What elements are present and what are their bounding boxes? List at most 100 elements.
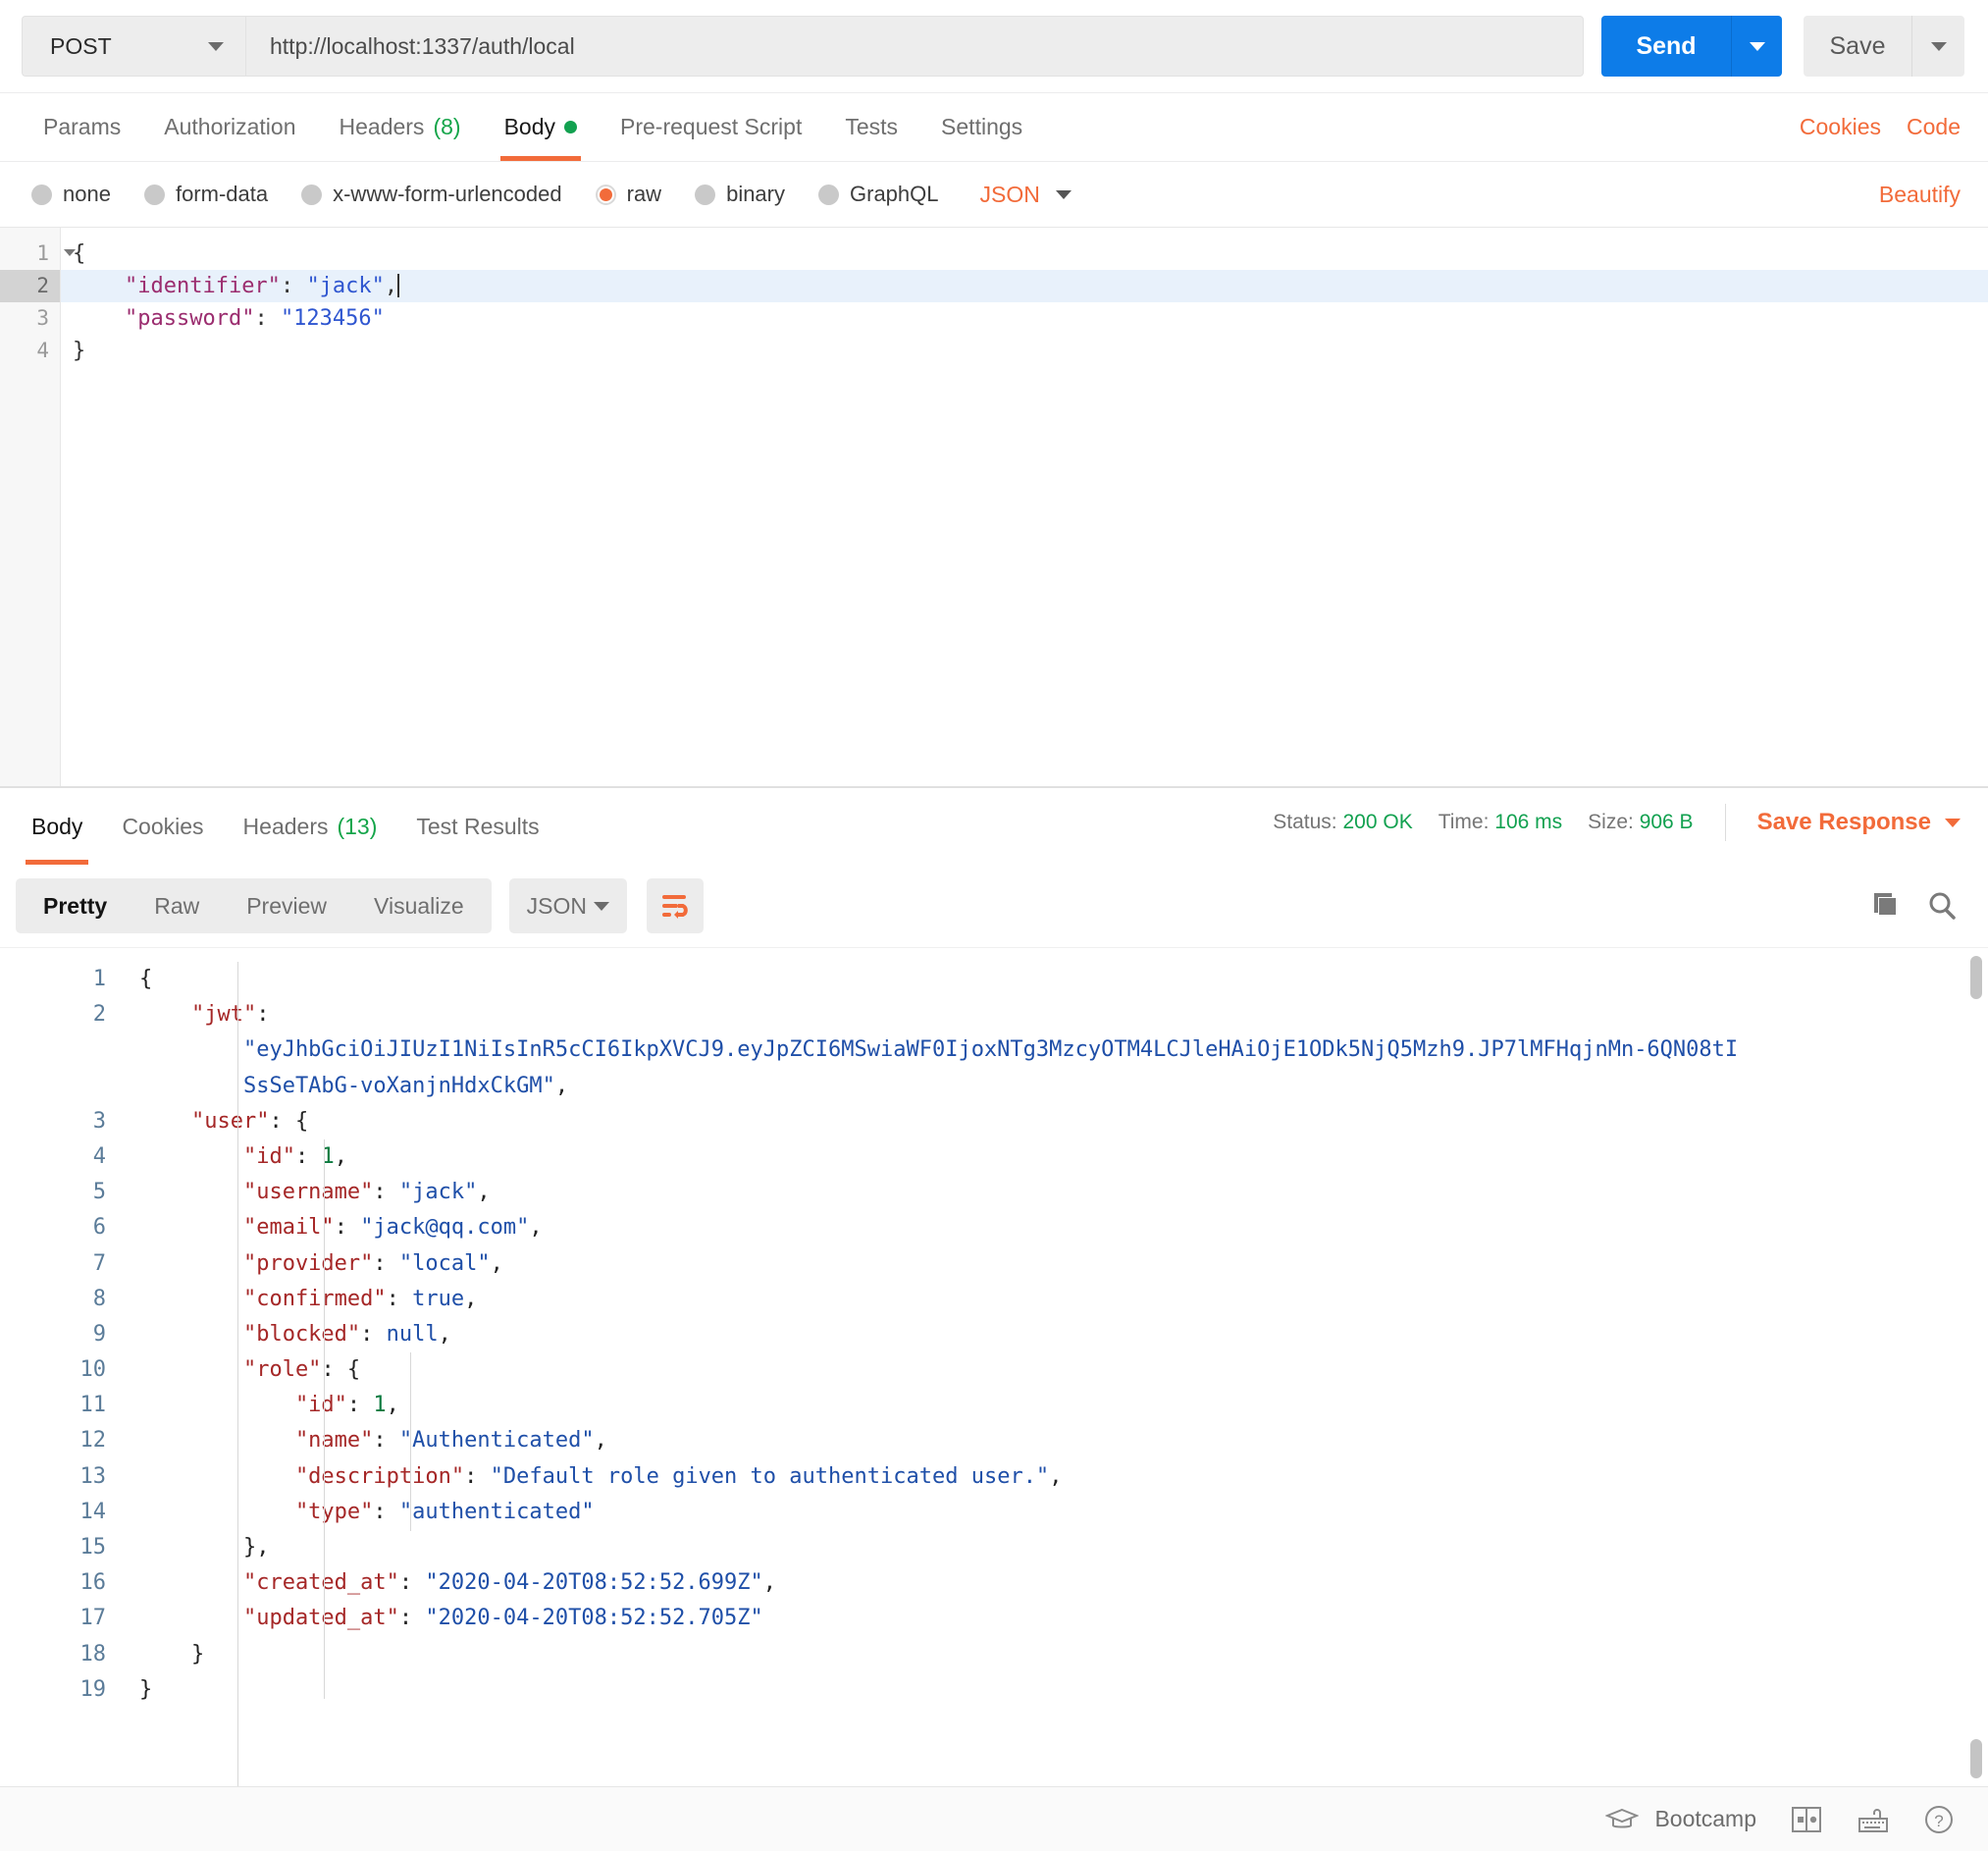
code-line[interactable]: }, <box>130 1530 1988 1565</box>
response-body-viewer[interactable]: 1 2 3 4 5 6 7 8 9 10 11 12 13 14 15 16 17 18 19 { "jwt": "… <box>0 947 1988 1786</box>
tab-body[interactable]: Body <box>483 93 599 161</box>
line-number: 12 <box>79 1428 107 1454</box>
tab-settings[interactable]: Settings <box>919 93 1044 161</box>
body-type-binary[interactable]: binary <box>695 182 785 207</box>
request-editor-code[interactable]: { "identifier": "jack", "password": "123… <box>61 228 1988 786</box>
body-type-label: none <box>63 182 111 206</box>
cookies-link[interactable]: Cookies <box>1800 114 1881 140</box>
code-line[interactable]: { <box>61 238 1988 270</box>
code-line[interactable]: "id": 1, <box>130 1388 1988 1423</box>
response-tab-cookies[interactable]: Cookies <box>102 788 223 865</box>
code-line[interactable]: "role": { <box>130 1352 1988 1388</box>
divider <box>1724 804 1726 841</box>
response-format-select[interactable]: JSON <box>508 878 627 933</box>
body-type-raw[interactable]: raw <box>595 182 662 207</box>
code-line[interactable]: } <box>130 1672 1988 1708</box>
code-line[interactable]: "password": "123456" <box>61 302 1988 335</box>
send-options-button[interactable] <box>1731 16 1782 77</box>
code-token: : <box>373 1250 399 1276</box>
code-line[interactable]: "id": 1, <box>130 1139 1988 1175</box>
line-number: 11 <box>79 1393 107 1418</box>
code-token: "jwt" <box>139 1002 257 1028</box>
body-type-label: form-data <box>175 182 269 206</box>
code-line[interactable]: "name": "Authenticated", <box>130 1423 1988 1458</box>
code-line[interactable]: { <box>130 962 1988 997</box>
code-line[interactable]: "created_at": "2020-04-20T08:52:52.699Z"… <box>130 1565 1988 1601</box>
code-line[interactable]: "confirmed": true, <box>130 1282 1988 1317</box>
response-scrollbar-thumb-bottom[interactable] <box>1970 1739 1982 1778</box>
code-token: true <box>412 1286 465 1311</box>
bootcamp-button[interactable]: Bootcamp <box>1605 1806 1756 1832</box>
code-token: , <box>477 1180 491 1205</box>
save-button[interactable]: Save <box>1804 16 1911 77</box>
code-line[interactable]: "updated_at": "2020-04-20T08:52:52.705Z" <box>130 1601 1988 1636</box>
code-line[interactable]: SsSeTAbG-voXanjnHdxCkGM", <box>130 1069 1988 1104</box>
code-line[interactable]: "jwt": <box>130 997 1988 1032</box>
chevron-down-icon <box>1749 41 1765 51</box>
code-token: : <box>294 1143 322 1169</box>
word-wrap-toggle-button[interactable] <box>646 878 704 933</box>
tab-label: Settings <box>941 114 1023 139</box>
code-line[interactable]: } <box>130 1637 1988 1672</box>
tab-params[interactable]: Params <box>22 93 142 161</box>
code-line[interactable]: "email": "jack@qq.com", <box>130 1210 1988 1245</box>
body-format-select[interactable]: JSON <box>980 182 1072 208</box>
code-token: "identifier" <box>124 274 281 298</box>
code-line[interactable]: "eyJhbGciOiJIUzI1NiIsInR5cCI6IkpXVCJ9.ey… <box>130 1032 1988 1068</box>
code-token: { <box>73 241 86 266</box>
response-scrollbar-thumb-top[interactable] <box>1970 956 1982 999</box>
search-button[interactable] <box>1925 889 1959 923</box>
radio-icon <box>143 184 165 205</box>
body-type-form-data[interactable]: form-data <box>143 182 269 207</box>
chevron-down-icon <box>1945 818 1961 827</box>
body-type-label: raw <box>626 182 662 206</box>
view-mode-visualize[interactable]: Visualize <box>350 878 488 933</box>
code-token: "id" <box>139 1393 347 1418</box>
code-line[interactable]: "identifier": "jack", <box>61 270 1988 302</box>
send-button[interactable]: Send <box>1601 16 1731 77</box>
response-tab-test-results[interactable]: Test Results <box>396 788 558 865</box>
tab-authorization[interactable]: Authorization <box>142 93 317 161</box>
response-tab-headers[interactable]: Headers (13) <box>224 788 397 865</box>
code-token: : <box>346 1393 374 1418</box>
code-token: "description" <box>139 1463 465 1489</box>
view-mode-pretty[interactable]: Pretty <box>20 878 131 933</box>
status-bar: Bootcamp ? <box>0 1786 1988 1851</box>
search-icon <box>1929 892 1956 920</box>
request-editor-gutter: 12 3 4 <box>0 228 76 786</box>
code-line[interactable]: "blocked": null, <box>130 1317 1988 1352</box>
help-button[interactable]: ? <box>1923 1804 1955 1835</box>
two-pane-layout-button[interactable] <box>1790 1805 1823 1834</box>
body-type-graphql[interactable]: GraphQL <box>818 182 939 207</box>
tab-tests[interactable]: Tests <box>823 93 919 161</box>
beautify-button[interactable]: Beautify <box>1879 182 1961 208</box>
code-token: : <box>360 1321 387 1347</box>
tab-pre-request-script[interactable]: Pre-request Script <box>599 93 823 161</box>
code-token: } <box>139 1641 205 1666</box>
code-line[interactable]: } <box>61 335 1988 367</box>
response-tab-body[interactable]: Body <box>12 788 102 865</box>
copy-button[interactable] <box>1866 889 1900 923</box>
code-line[interactable]: "username": "jack", <box>130 1175 1988 1210</box>
body-type-none[interactable]: none <box>31 182 111 207</box>
response-code[interactable]: { "jwt": "eyJhbGciOiJIUzI1NiIsInR5cCI6Ik… <box>130 948 1988 1786</box>
tab-headers[interactable]: Headers (8) <box>318 93 483 161</box>
line-number: 19 <box>79 1676 107 1702</box>
url-input[interactable]: http://localhost:1337/auth/local <box>245 16 1584 77</box>
view-mode-raw[interactable]: Raw <box>131 878 223 933</box>
body-type-x-www-form-urlencoded[interactable]: x-www-form-urlencoded <box>301 182 562 207</box>
save-options-button[interactable] <box>1911 16 1964 77</box>
code-line[interactable]: "user": { <box>130 1104 1988 1139</box>
code-line[interactable]: "type": "authenticated" <box>130 1495 1988 1530</box>
code-link[interactable]: Code <box>1907 114 1961 140</box>
request-body-editor[interactable]: 12 3 4 { "identifier": "jack", "password":… <box>0 227 1988 786</box>
http-method-select[interactable]: POST <box>22 16 245 77</box>
code-line[interactable]: "description": "Default role given to au… <box>130 1459 1988 1495</box>
line-number: 10 <box>79 1357 107 1383</box>
save-response-button[interactable]: Save Response <box>1757 809 1961 836</box>
code-line[interactable]: "provider": "local", <box>130 1246 1988 1282</box>
keyboard-shortcuts-button[interactable] <box>1857 1805 1890 1834</box>
body-type-label: GraphQL <box>850 182 939 206</box>
view-mode-preview[interactable]: Preview <box>223 878 350 933</box>
code-token: , <box>334 1143 347 1169</box>
